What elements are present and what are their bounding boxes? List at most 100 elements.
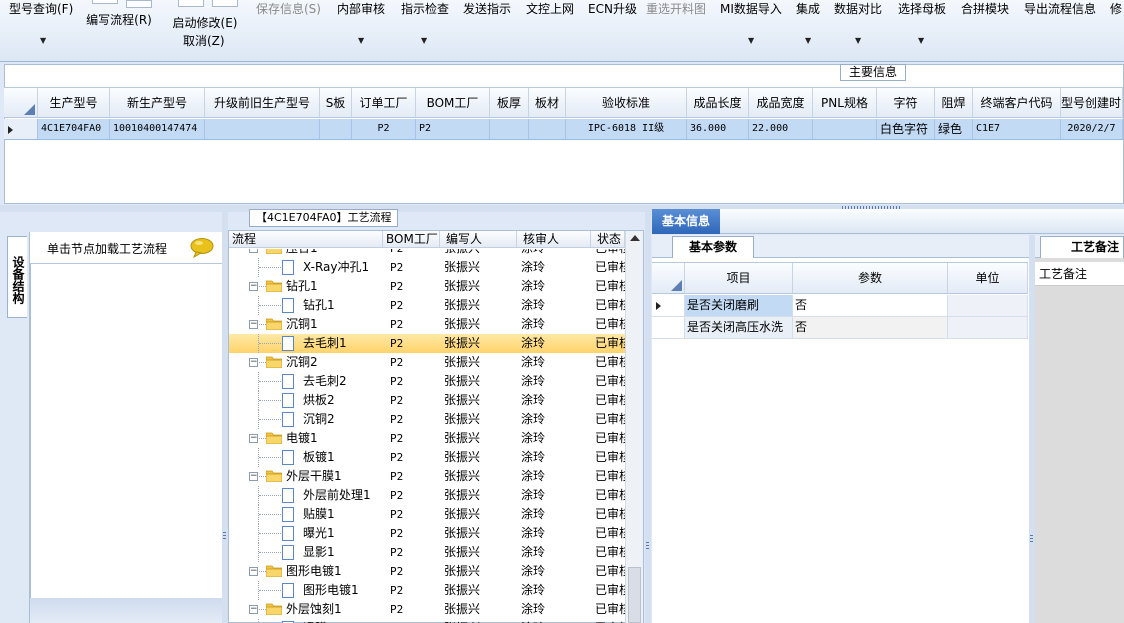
reviewer-cell[interactable]: 涂玲	[517, 486, 591, 505]
select-mother-board-dropdown-icon[interactable]: ▼	[918, 36, 924, 45]
tree-row[interactable]: 去毛刺1 P2张振兴涂玲已审核	[229, 334, 625, 353]
main-info-tab[interactable]: 主要信息	[840, 64, 906, 81]
writer-cell[interactable]: 张振兴	[440, 429, 517, 448]
merge-module-button[interactable]: 合拼模块	[961, 0, 1009, 17]
table-cell[interactable]: 绿色	[935, 119, 973, 139]
tree-node[interactable]: − 外层干膜1	[229, 467, 383, 486]
tree-node[interactable]: 板镀1	[229, 448, 383, 467]
integrate-dropdown-icon[interactable]: ▼	[805, 36, 811, 45]
collapse-icon[interactable]: −	[249, 605, 258, 614]
scroll-thumb[interactable]	[628, 567, 641, 623]
column-header[interactable]: 生产型号	[38, 88, 110, 117]
equipment-structure-tab[interactable]: 设备结构	[7, 236, 27, 318]
status-cell[interactable]: 已审核	[591, 353, 625, 372]
writer-cell[interactable]: 张振兴	[440, 315, 517, 334]
reselect-cutting-button[interactable]: 重选开料图	[646, 0, 706, 17]
internal-review-button[interactable]: 内部审核	[337, 0, 385, 17]
writer-cell[interactable]: 张振兴	[440, 581, 517, 600]
column-header[interactable]: 流程	[229, 231, 383, 247]
table-cell[interactable]	[205, 119, 320, 139]
reviewer-cell[interactable]: 涂玲	[517, 296, 591, 315]
bom-factory-cell[interactable]: P2	[383, 448, 440, 467]
column-header[interactable]: 订单工厂	[352, 88, 416, 117]
column-header[interactable]: 板材	[529, 88, 566, 117]
status-cell[interactable]: 已审核	[591, 334, 625, 353]
status-cell[interactable]: 已审核	[591, 277, 625, 296]
collapse-icon[interactable]: −	[249, 249, 258, 253]
writer-cell[interactable]: 张振兴	[440, 543, 517, 562]
tree-node[interactable]: 图形电镀1	[229, 581, 383, 600]
status-cell[interactable]: 已审核	[591, 372, 625, 391]
column-header[interactable]: 状态	[591, 231, 625, 247]
bom-factory-cell[interactable]: P2	[383, 429, 440, 448]
collapse-icon[interactable]: −	[249, 320, 258, 329]
table-cell[interactable]: 是否关闭磨刷	[685, 295, 793, 316]
doc-control-online-button[interactable]: 文控上网	[526, 0, 574, 17]
reviewer-cell[interactable]: 涂玲	[517, 543, 591, 562]
tree-row[interactable]: 钻孔1 P2张振兴涂玲已审核	[229, 296, 625, 315]
status-cell[interactable]: 已审核	[591, 448, 625, 467]
column-header[interactable]: 核审人	[517, 231, 591, 247]
writer-cell[interactable]: 张振兴	[440, 353, 517, 372]
data-compare-button[interactable]: 数据对比	[834, 0, 882, 17]
column-header[interactable]: 编写人	[440, 231, 517, 247]
bom-factory-cell[interactable]: P2	[383, 334, 440, 353]
tree-row[interactable]: − 外层蚀刻1 P2张振兴涂玲已审核	[229, 600, 625, 619]
reviewer-cell[interactable]: 涂玲	[517, 249, 591, 258]
tree-node[interactable]: 去毛刺2	[229, 372, 383, 391]
reviewer-cell[interactable]: 涂玲	[517, 277, 591, 296]
tree-node[interactable]: 钻孔1	[229, 296, 383, 315]
write-flow-button[interactable]: 编写流程(R)	[86, 0, 152, 28]
bom-factory-cell[interactable]: P2	[383, 353, 440, 372]
status-cell[interactable]: 已审核	[591, 581, 625, 600]
column-header[interactable]: 验收标准	[566, 88, 687, 117]
bom-factory-cell[interactable]: P2	[383, 619, 440, 623]
reviewer-cell[interactable]: 涂玲	[517, 315, 591, 334]
table-cell[interactable]: 36.000	[687, 119, 749, 139]
table-cell[interactable]	[813, 119, 877, 139]
vertical-splitter-middle[interactable]	[645, 212, 651, 623]
column-header[interactable]: 新生产型号	[110, 88, 205, 117]
bom-factory-cell[interactable]: P2	[383, 249, 440, 258]
column-header[interactable]: 成品长度	[687, 88, 749, 117]
export-flow-info-button[interactable]: 导出流程信息	[1024, 0, 1096, 17]
tree-scrollbar[interactable]	[625, 231, 643, 623]
param-value[interactable]: 否	[793, 295, 948, 316]
tree-node[interactable]: X-Ray冲孔1	[229, 258, 383, 277]
tree-node[interactable]: 外层前处理1	[229, 486, 383, 505]
tree-node[interactable]: 曝光1	[229, 524, 383, 543]
writer-cell[interactable]: 张振兴	[440, 296, 517, 315]
cancel-button[interactable]: 取消(Z)	[183, 32, 225, 49]
status-cell[interactable]: 已审核	[591, 391, 625, 410]
reviewer-cell[interactable]: 涂玲	[517, 467, 591, 486]
collapse-icon[interactable]: −	[249, 472, 258, 481]
reviewer-cell[interactable]: 涂玲	[517, 505, 591, 524]
status-cell[interactable]: 已审核	[591, 296, 625, 315]
writer-cell[interactable]: 张振兴	[440, 410, 517, 429]
status-cell[interactable]: 已审核	[591, 429, 625, 448]
internal-review-dropdown-icon[interactable]: ▼	[358, 36, 364, 45]
bom-factory-cell[interactable]: P2	[383, 315, 440, 334]
reviewer-cell[interactable]: 涂玲	[517, 334, 591, 353]
table-cell[interactable]	[529, 119, 566, 139]
bom-factory-cell[interactable]: P2	[383, 277, 440, 296]
writer-cell[interactable]: 张振兴	[440, 334, 517, 353]
status-cell[interactable]: 已审核	[591, 619, 625, 623]
bom-factory-cell[interactable]: P2	[383, 486, 440, 505]
column-header[interactable]: 升级前旧生产型号	[205, 88, 320, 117]
tree-row[interactable]: 板镀1 P2张振兴涂玲已审核	[229, 448, 625, 467]
bom-factory-cell[interactable]: P2	[383, 467, 440, 486]
table-row[interactable]: 是否关闭高压水洗 否	[652, 317, 1028, 339]
param-value[interactable]: 否	[793, 317, 948, 338]
status-cell[interactable]: 已审核	[591, 410, 625, 429]
column-header[interactable]: 字符	[877, 88, 935, 117]
tree-node[interactable]: − 钻孔1	[229, 277, 383, 296]
table-cell[interactable]: 4C1E704FA0	[38, 119, 110, 139]
tree-node[interactable]: 退膜	[229, 619, 383, 623]
table-cell[interactable]: 22.000	[749, 119, 813, 139]
reviewer-cell[interactable]: 涂玲	[517, 619, 591, 623]
status-cell[interactable]: 已审核	[591, 249, 625, 258]
tree-row[interactable]: 沉铜2 P2张振兴涂玲已审核	[229, 410, 625, 429]
table-cell[interactable]: P2	[352, 119, 416, 139]
process-notes-tab[interactable]: 工艺备注	[1040, 236, 1124, 258]
